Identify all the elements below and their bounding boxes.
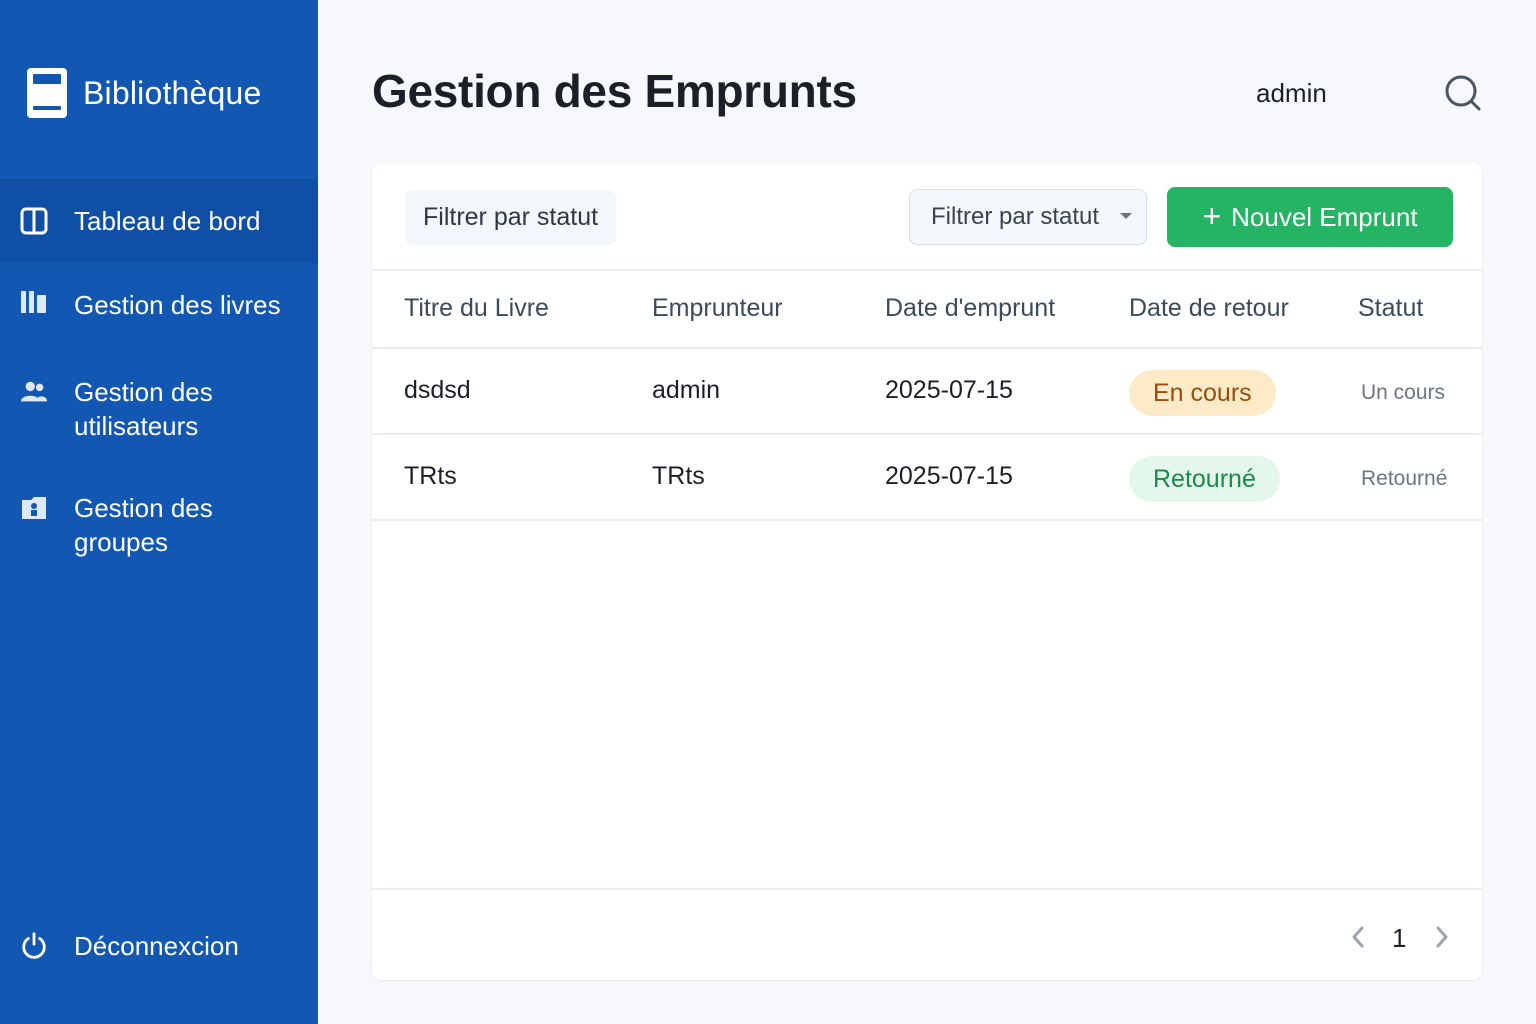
cell-title: TRts [404,462,457,490]
cell-status: Un cours [1361,381,1446,404]
page-number[interactable]: 1 [1392,923,1406,954]
sidebar: Bibliothèque Tableau de bord Gestion des… [0,0,318,1024]
column-header-status[interactable]: Statut [1358,294,1423,323]
cell-borrow-date: 2025-07-15 [885,462,1013,490]
sidebar-item-dashboard[interactable]: Tableau de bord [0,179,318,263]
column-header-title[interactable]: Titre du Livre [404,294,549,323]
layout-columns-icon [20,207,48,235]
new-loan-button-label: Nouvel Emprunt [1231,201,1418,232]
status-badge: Retourné [1129,456,1280,502]
plus-icon: + [1202,197,1222,234]
brand[interactable]: Bibliothèque [26,67,262,119]
toolbar: Filtrer par statut Filtrer par statut + … [372,163,1482,271]
page-title: Gestion des Emprunts [372,65,857,117]
sidebar-item-users[interactable]: Gestion des utilisateurs [0,375,318,443]
search-icon[interactable] [1444,74,1482,112]
chevron-down-icon [1120,213,1132,219]
pagination: 1 [372,888,1482,980]
chevron-right-icon[interactable] [1432,923,1452,951]
brand-name: Bibliothèque [83,74,262,111]
column-header-borrower[interactable]: Emprunteur [652,294,783,323]
sidebar-item-label: Gestion des utilisateurs [74,377,213,441]
loans-card: Filtrer par statut Filtrer par statut + … [372,163,1482,980]
logout-button[interactable]: Déconnexcion [0,929,318,963]
sidebar-item-label: Gestion des livres [74,290,281,320]
sidebar-item-books[interactable]: Gestion des livres [0,288,318,322]
table-header: Titre du Livre Emprunteur Date d'emprunt… [372,271,1482,349]
sidebar-item-label: Tableau de bord [74,206,261,236]
current-user[interactable]: admin [1256,78,1327,109]
column-header-borrow-date[interactable]: Date d'emprunt [885,294,1055,323]
table-row[interactable]: dsdsd admin 2025-07-15 En cours Un cours [372,349,1482,435]
power-icon [20,931,48,959]
column-header-return-date[interactable]: Date de retour [1129,294,1289,323]
groups-icon [20,494,48,522]
sidebar-item-groups[interactable]: Gestion des groupes [0,491,318,559]
cell-borrower: admin [652,376,721,404]
sidebar-item-label: Gestion des groupes [74,493,213,557]
cell-status: Retourné [1361,467,1448,490]
cell-borrow-date: 2025-07-15 [885,376,1013,404]
status-filter-select[interactable]: Filtrer par statut [909,189,1147,245]
logout-label: Déconnexcion [74,931,239,961]
status-filter-select-label: Filtrer par statut [931,203,1100,230]
new-loan-button[interactable]: + Nouvel Emprunt [1167,187,1453,247]
chevron-left-icon[interactable] [1348,923,1368,951]
table-row[interactable]: TRts TRts 2025-07-15 Retourné Retourné [372,435,1482,521]
users-icon [20,378,48,406]
cell-title: dsdsd [404,376,471,404]
status-badge: En cours [1129,370,1276,416]
status-filter-input[interactable]: Filtrer par statut [405,190,617,245]
cell-borrower: TRts [652,462,705,490]
book-icon [27,68,67,118]
books-icon [20,288,48,316]
